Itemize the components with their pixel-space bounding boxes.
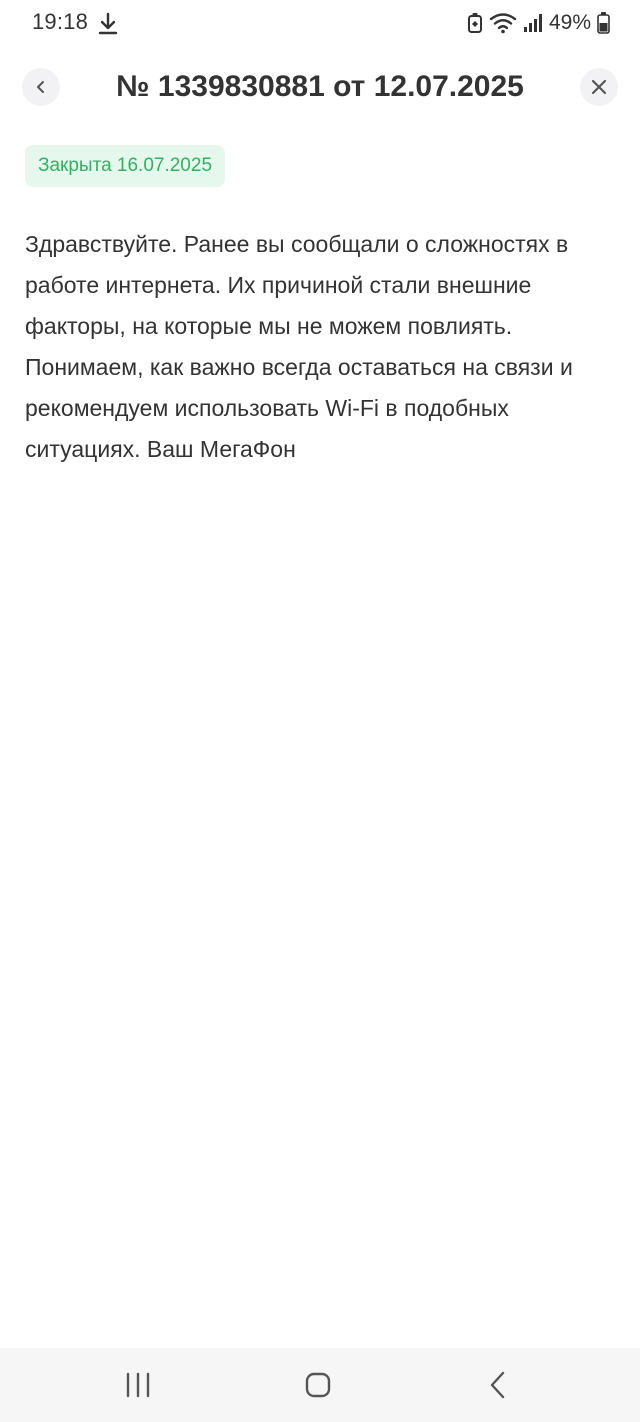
page-title: № 1339830881 от 12.07.2025 xyxy=(116,70,524,103)
system-nav-bar xyxy=(0,1348,640,1422)
wifi-icon xyxy=(489,13,517,34)
close-icon xyxy=(591,79,607,95)
status-bar: 19:18 49% xyxy=(0,0,640,48)
battery-percent: 49% xyxy=(548,11,591,34)
home-icon xyxy=(305,1372,331,1398)
back-icon xyxy=(490,1371,505,1399)
battery-icon xyxy=(597,12,610,34)
recents-button[interactable] xyxy=(118,1368,158,1402)
signal-icon xyxy=(523,14,542,32)
close-button[interactable] xyxy=(580,68,618,106)
download-icon xyxy=(98,12,118,35)
battery-saver-icon xyxy=(467,13,482,33)
system-back-button[interactable] xyxy=(478,1368,518,1402)
status-badge: Закрыта 16.07.2025 xyxy=(25,145,226,187)
back-button[interactable] xyxy=(22,68,60,106)
status-time: 19:18 xyxy=(32,9,89,34)
status-icons: 49% xyxy=(467,10,610,36)
chevron-left-icon xyxy=(37,81,44,93)
message-text: Здравствуйте. Ранее вы сообщали о сложно… xyxy=(25,231,573,462)
home-button[interactable] xyxy=(298,1368,338,1402)
recents-icon xyxy=(126,1372,150,1398)
header: № 1339830881 от 12.07.2025 xyxy=(0,68,640,110)
